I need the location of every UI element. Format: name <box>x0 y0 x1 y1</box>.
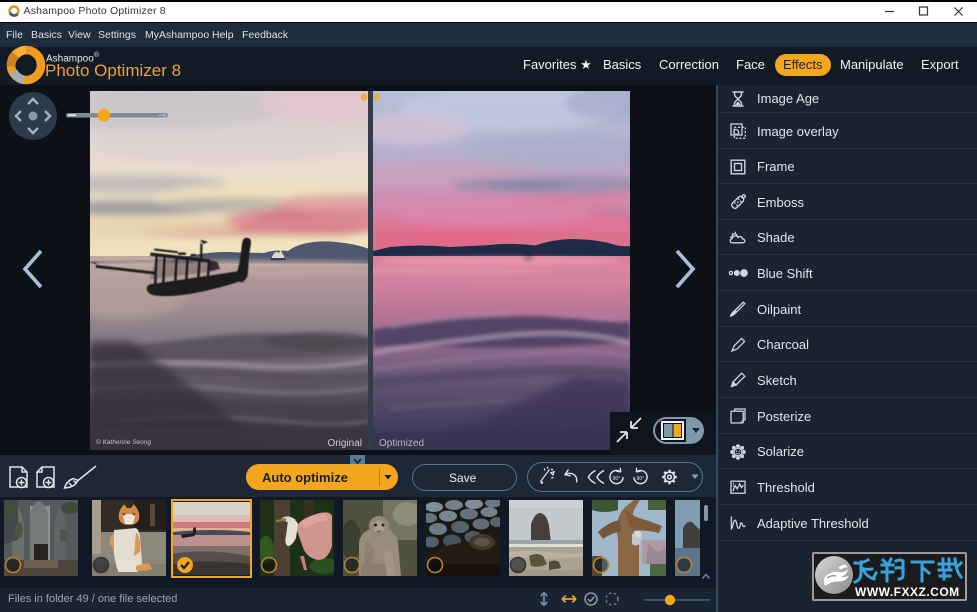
svg-text:Original: Original <box>328 438 362 449</box>
svg-text:90°: 90° <box>637 476 645 482</box>
svg-text:Optimized: Optimized <box>379 438 424 449</box>
svg-text:90°: 90° <box>613 476 621 482</box>
svg-text:© Katherine Seong: © Katherine Seong <box>96 438 151 446</box>
